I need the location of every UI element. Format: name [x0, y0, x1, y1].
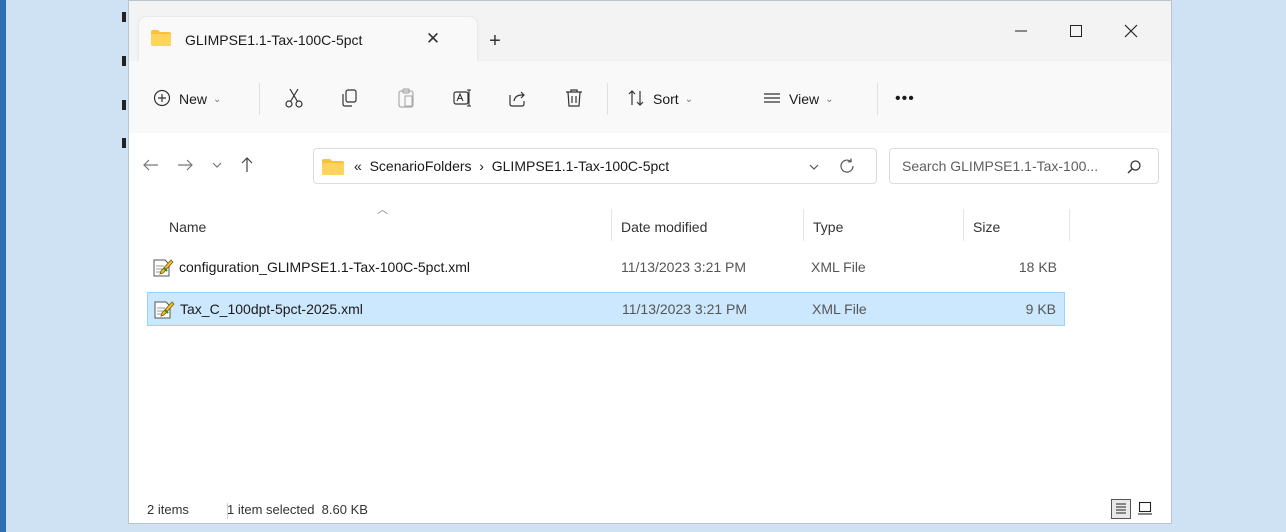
- rename-icon: [451, 87, 473, 112]
- copy-button[interactable]: [339, 83, 361, 115]
- more-options-button[interactable]: •••: [895, 83, 915, 115]
- sort-icon: [627, 89, 645, 110]
- toolbar-divider: [259, 83, 260, 115]
- share-icon: [507, 87, 529, 112]
- background-mark: [122, 12, 126, 22]
- file-date-modified: 11/13/2023 3:21 PM: [622, 301, 748, 317]
- recent-locations-button[interactable]: [205, 154, 229, 178]
- back-button[interactable]: [139, 154, 163, 178]
- file-row[interactable]: configuration_GLIMPSE1.1-Tax-100C-5pct.x…: [147, 251, 1065, 285]
- chevron-down-icon: [211, 158, 223, 174]
- address-path: « ScenarioFolders › GLIMPSE1.1-Tax-100C-…: [354, 158, 669, 174]
- search-box[interactable]: Search GLIMPSE1.1-Tax-100...: [889, 148, 1159, 184]
- desktop-left-edge: [0, 0, 6, 532]
- sort-button[interactable]: Sort ⌄: [627, 83, 693, 115]
- selection-info: 1 item selected 8.60 KB: [227, 502, 368, 517]
- forward-button[interactable]: [173, 154, 197, 178]
- refresh-icon[interactable]: [838, 157, 856, 178]
- xml-file-icon: [152, 257, 174, 280]
- status-bar: 2 items 1 item selected 8.60 KB: [129, 497, 1171, 525]
- item-count: 2 items: [147, 502, 189, 517]
- column-divider[interactable]: [1069, 209, 1070, 241]
- paste-icon: [395, 87, 417, 112]
- chevron-down-icon: ⌄: [684, 93, 694, 105]
- chevron-down-icon[interactable]: [808, 161, 820, 176]
- chevron-down-icon: ⌄: [825, 93, 834, 105]
- minimize-button[interactable]: [1001, 15, 1041, 47]
- file-size: 9 KB: [1025, 301, 1056, 317]
- title-bar: GLIMPSE1.1-Tax-100C-5pct ✕ +: [129, 1, 1171, 61]
- file-date-modified: 11/13/2023 3:21 PM: [621, 259, 747, 275]
- tab-close-button[interactable]: ✕: [421, 27, 445, 51]
- file-size: 18 KB: [1018, 259, 1057, 275]
- up-button[interactable]: [235, 154, 259, 178]
- details-view-icon: [1114, 501, 1128, 518]
- column-header-name[interactable]: Name: [169, 219, 206, 235]
- sort-label: Sort: [653, 91, 679, 107]
- plus-circle-icon: [153, 89, 171, 110]
- file-name: configuration_GLIMPSE1.1-Tax-100C-5pct.x…: [179, 259, 471, 275]
- hidden-path-chevron[interactable]: «: [354, 158, 362, 174]
- cut-icon: [283, 87, 305, 112]
- rename-button[interactable]: [451, 83, 473, 115]
- search-placeholder: Search GLIMPSE1.1-Tax-100...: [902, 158, 1099, 174]
- delete-icon: [563, 87, 585, 112]
- details-view-button[interactable]: [1111, 499, 1131, 519]
- breadcrumb-separator: ›: [479, 158, 484, 174]
- new-button[interactable]: New ⌄: [153, 83, 221, 115]
- cut-button[interactable]: [283, 83, 305, 115]
- view-icon: [763, 89, 781, 110]
- column-divider[interactable]: [611, 209, 612, 241]
- column-divider[interactable]: [803, 209, 804, 241]
- chevron-down-icon: ⌄: [213, 93, 222, 105]
- background-mark: [122, 138, 126, 148]
- new-label: New: [179, 91, 208, 107]
- command-bar: New ⌄ Sort ⌄ View ⌄ •••: [129, 61, 1171, 134]
- view-button[interactable]: View ⌄: [763, 83, 833, 115]
- tab-title: GLIMPSE1.1-Tax-100C-5pct: [185, 32, 363, 48]
- file-type: XML File: [811, 259, 866, 275]
- arrow-up-icon: [238, 156, 256, 177]
- paste-button[interactable]: [395, 83, 417, 115]
- address-row: « ScenarioFolders › GLIMPSE1.1-Tax-100C-…: [129, 133, 1171, 197]
- toolbar-divider: [877, 83, 878, 115]
- tiles-view-button[interactable]: [1135, 499, 1155, 519]
- arrow-left-icon: [142, 156, 160, 177]
- search-icon: [1126, 159, 1142, 178]
- view-label: View: [789, 91, 820, 107]
- share-button[interactable]: [507, 83, 529, 115]
- xml-file-icon: [153, 299, 175, 322]
- column-header-date-modified[interactable]: Date modified: [621, 219, 707, 235]
- file-row-selected[interactable]: Tax_C_100dpt-5pct-2025.xml 11/13/2023 3:…: [147, 292, 1065, 326]
- tiles-view-icon: [1137, 500, 1153, 519]
- folder-icon: [322, 159, 344, 178]
- tab-current-folder[interactable]: GLIMPSE1.1-Tax-100C-5pct ✕: [139, 17, 477, 61]
- background-mark: [122, 100, 126, 110]
- breadcrumb-scenario-folders[interactable]: ScenarioFolders: [370, 158, 472, 174]
- column-header-type[interactable]: Type: [813, 219, 843, 235]
- maximize-button[interactable]: [1056, 15, 1096, 47]
- folder-icon: [151, 30, 171, 49]
- column-divider[interactable]: [963, 209, 964, 241]
- copy-icon: [339, 87, 361, 112]
- toolbar-divider: [607, 83, 608, 115]
- file-type: XML File: [812, 301, 867, 317]
- address-bar[interactable]: « ScenarioFolders › GLIMPSE1.1-Tax-100C-…: [313, 148, 877, 184]
- file-name: Tax_C_100dpt-5pct-2025.xml: [180, 301, 363, 317]
- sort-ascending-icon: ︿: [377, 204, 388, 216]
- new-tab-button[interactable]: +: [481, 27, 509, 55]
- column-header-size[interactable]: Size: [973, 219, 1000, 235]
- file-explorer-window: GLIMPSE1.1-Tax-100C-5pct ✕ + New ⌄ Sort …: [128, 0, 1172, 524]
- background-mark: [122, 56, 126, 66]
- arrow-right-icon: [176, 156, 194, 177]
- delete-button[interactable]: [563, 83, 585, 115]
- breadcrumb-current-folder[interactable]: GLIMPSE1.1-Tax-100C-5pct: [492, 158, 669, 174]
- close-window-button[interactable]: [1111, 15, 1151, 47]
